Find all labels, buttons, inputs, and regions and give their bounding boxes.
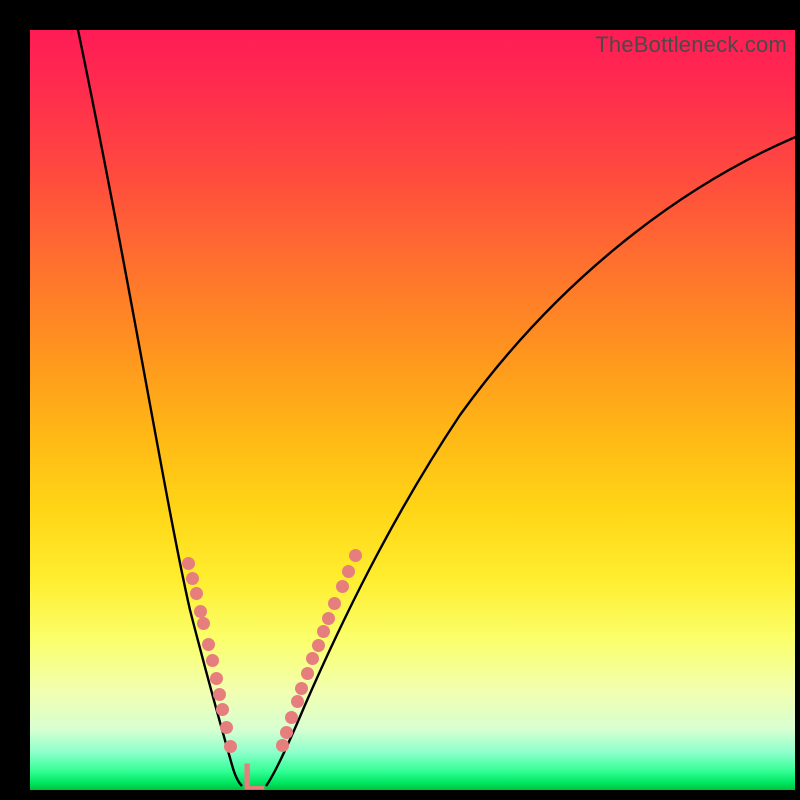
chart-frame: TheBottleneck.com ᒪ	[0, 0, 800, 800]
data-point	[322, 612, 335, 625]
data-point	[285, 711, 298, 724]
data-point	[295, 682, 308, 695]
data-point	[194, 605, 207, 618]
data-point	[291, 695, 304, 708]
data-point	[317, 625, 330, 638]
valley-marker: ᒪ	[241, 758, 264, 790]
data-point	[301, 667, 314, 680]
data-point	[336, 580, 349, 593]
data-point	[220, 721, 233, 734]
right-curve	[266, 135, 795, 786]
data-point	[206, 654, 219, 667]
plot-area: TheBottleneck.com ᒪ	[30, 30, 795, 790]
data-point	[186, 572, 199, 585]
watermark-text: TheBottleneck.com	[595, 32, 787, 58]
data-point	[190, 587, 203, 600]
data-point	[312, 639, 325, 652]
data-point	[342, 565, 355, 578]
data-point	[197, 617, 210, 630]
curve-layer	[30, 30, 795, 790]
data-point	[216, 703, 229, 716]
data-point	[349, 549, 362, 562]
data-point	[328, 597, 341, 610]
data-point	[202, 638, 215, 651]
data-point	[306, 652, 319, 665]
data-point	[213, 688, 226, 701]
data-point	[224, 740, 237, 753]
data-point	[280, 726, 293, 739]
data-point	[182, 557, 195, 570]
data-point	[210, 672, 223, 685]
data-point	[276, 739, 289, 752]
